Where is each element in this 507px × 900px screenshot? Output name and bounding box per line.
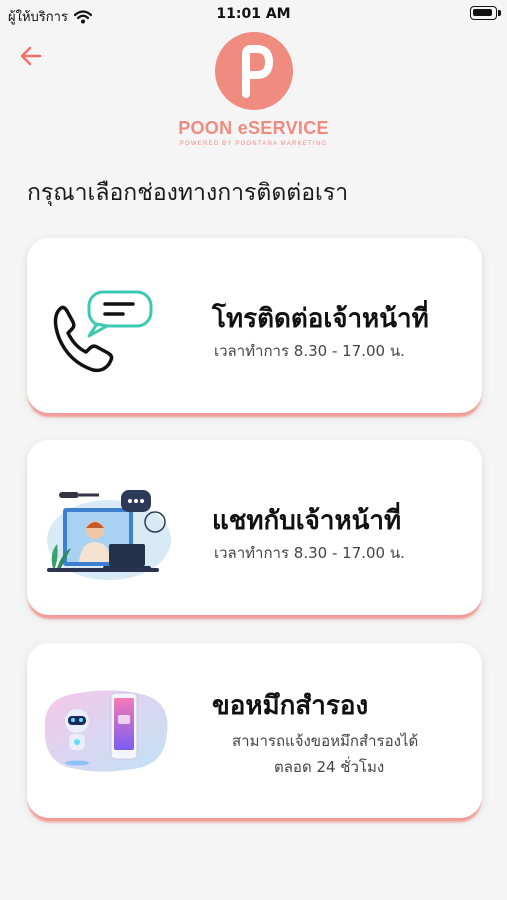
page-title: กรุณาเลือกช่องทางการติดต่อเรา: [27, 180, 349, 206]
status-time: 11:01 AM: [216, 6, 291, 22]
battery-icon: [470, 6, 501, 20]
logo-title: POON eSERVICE: [178, 118, 329, 138]
chat-staff-card[interactable]: แชทกับเจ้าหน้าที่ เวลาทำการ 8.30 - 17.00…: [27, 440, 482, 615]
option-title: โทรติดต่อเจ้าหน้าที่: [212, 304, 429, 334]
option-subtitle-line1: สามารถแจ้งขอหมึกสำรองได้: [232, 732, 419, 750]
option-subtitle-line2: ตลอด 24 ชั่วโมง: [274, 758, 385, 776]
robot-phone-illustration: [37, 671, 177, 791]
request-ink-card[interactable]: ขอหมึกสำรอง สามารถแจ้งขอหมึกสำรองได้ ตลอ…: [27, 643, 482, 818]
option-subtitle: เวลาทำการ 8.30 - 17.00 น.: [214, 342, 405, 360]
phone-chat-icon: [37, 266, 177, 386]
agent-chat-illustration: [37, 468, 177, 588]
logo: POON eSERVICE POWERED BY POONTANA MARKET…: [0, 32, 507, 147]
option-subtitle: เวลาทำการ 8.30 - 17.00 น.: [214, 544, 405, 562]
logo-subtitle: POWERED BY POONTANA MARKETING: [179, 141, 328, 147]
call-staff-card[interactable]: โทรติดต่อเจ้าหน้าที่ เวลาทำการ 8.30 - 17…: [27, 238, 482, 413]
option-title: ขอหมึกสำรอง: [212, 691, 369, 721]
status-bar: ผู้ให้บริการ 11:01 AM: [0, 0, 507, 28]
option-title: แชทกับเจ้าหน้าที่: [212, 506, 402, 536]
logo-mark-icon: [214, 32, 293, 110]
